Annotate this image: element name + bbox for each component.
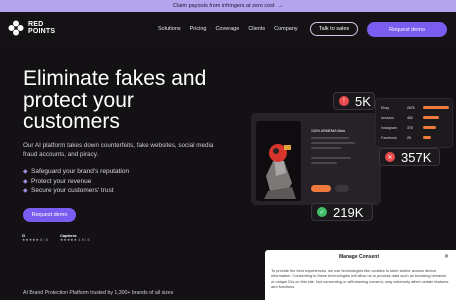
alert-icon: ! (339, 96, 349, 106)
bullet-icon: ◆ (23, 178, 28, 185)
bullet-icon: ◆ (23, 169, 28, 176)
arrow-right-icon: → (277, 3, 283, 9)
logo[interactable]: RED POINTS (8, 20, 55, 36)
hero-title: Eliminate fakes and protect your custome… (23, 67, 207, 133)
nav-item-solutions[interactable]: Solutions (158, 26, 181, 32)
platform-bar (423, 116, 440, 119)
consent-dialog: Manage Consent ✕ To provide the best exp… (265, 250, 456, 300)
benefit-item: ◆ Secure your customers' trust (23, 186, 129, 196)
table-row: Amazon 463 (381, 114, 449, 121)
logo-line-1: RED (28, 21, 44, 28)
benefit-label: Safeguard your brand's reputation (31, 168, 130, 176)
platform-bar (423, 136, 431, 139)
table-row: Instagram 378 (381, 124, 449, 131)
check-icon: ✓ (317, 207, 327, 217)
stat-value: 5K (355, 93, 371, 109)
benefit-list: ◆ Safeguard your brand's reputation ◆ Pr… (23, 167, 129, 196)
platform-count: 2676 (407, 105, 415, 110)
platform-count: 378 (407, 125, 413, 130)
benefit-item: ◆ Protect your revenue (23, 177, 129, 187)
consent-title: Manage Consent (339, 254, 380, 260)
nav-item-company[interactable]: Company (274, 26, 298, 32)
text-placeholder (311, 137, 349, 139)
platform-name: Ebay (381, 105, 390, 110)
nav-item-pricing[interactable]: Pricing (190, 26, 207, 32)
request-demo-button[interactable]: Request demo (23, 208, 76, 222)
g2-score: ★★★★★ 5 / 5 (22, 238, 49, 242)
nav-item-coverage[interactable]: Coverage (215, 26, 239, 32)
nav-menu: Solutions Pricing Coverage Clients Compa… (158, 26, 307, 32)
platform-bar (423, 106, 449, 109)
product-action-button (311, 185, 331, 192)
platform-name: Facebook (381, 135, 397, 140)
product-secondary-button (335, 185, 349, 192)
capterra-score: ★★★★★ 4.9 / 5 (60, 238, 90, 242)
stat-card-removed: ✕ 357K (379, 148, 440, 166)
main-nav: RED POINTS Solutions Pricing Coverage Cl… (0, 12, 456, 48)
red-points-logo-icon (8, 20, 24, 36)
text-placeholder (311, 147, 341, 149)
platform-bar (423, 126, 436, 129)
product-title: 100% ARMENIA Moto (311, 129, 346, 133)
trusted-by-text: AI Brand Protection Platform trusted by … (23, 290, 174, 296)
table-row: Facebook 25 (381, 134, 449, 141)
logo-line-2: POINTS (28, 28, 56, 35)
text-placeholder (311, 157, 351, 159)
platform-count: 25 (407, 135, 411, 140)
g2-rating: G ★★★★★ 5 / 5 (22, 233, 48, 242)
text-placeholder (311, 142, 355, 144)
consent-text: To provide the best experiences, we use … (271, 268, 449, 289)
helmet-figure-icon (264, 144, 296, 199)
announcement-text[interactable]: Claim payouts from infringers at zero co… (173, 3, 274, 9)
stat-card-protected: ✓ 219K (311, 203, 373, 221)
stat-value: 357K (401, 149, 432, 165)
talk-to-sales-button[interactable]: Talk to sales (310, 22, 358, 36)
capterra-rating: Capterra ★★★★★ 4.9 / 5 (60, 233, 90, 242)
platform-table: Ebay 2676 Amazon 463 Instagram 378 Faceb… (375, 98, 453, 148)
x-icon: ✕ (385, 152, 395, 162)
hero-description: Our AI platform takes down counterfeits,… (23, 142, 214, 158)
announcement-bar[interactable]: Claim payouts from infringers at zero co… (0, 0, 456, 12)
benefit-label: Protect your revenue (31, 177, 92, 185)
platform-name: Instagram (381, 125, 397, 130)
close-icon[interactable]: ✕ (444, 253, 449, 260)
benefit-label: Secure your customers' trust (31, 187, 114, 195)
platform-name: Amazon (381, 115, 395, 120)
text-placeholder (311, 162, 337, 164)
stat-value: 219K (333, 204, 364, 220)
bullet-icon: ◆ (23, 188, 28, 195)
nav-item-clients[interactable]: Clients (248, 26, 265, 32)
platform-count: 463 (407, 115, 413, 120)
logo-wordmark: RED POINTS (28, 21, 55, 35)
product-card: 100% ARMENIA Moto (251, 113, 381, 205)
request-demo-nav-button[interactable]: Request demo (367, 22, 447, 37)
benefit-item: ◆ Safeguard your brand's reputation (23, 167, 129, 177)
product-image (256, 121, 301, 201)
stat-card-alerts: ! 5K (333, 92, 375, 110)
table-row: Ebay 2676 (381, 104, 449, 111)
